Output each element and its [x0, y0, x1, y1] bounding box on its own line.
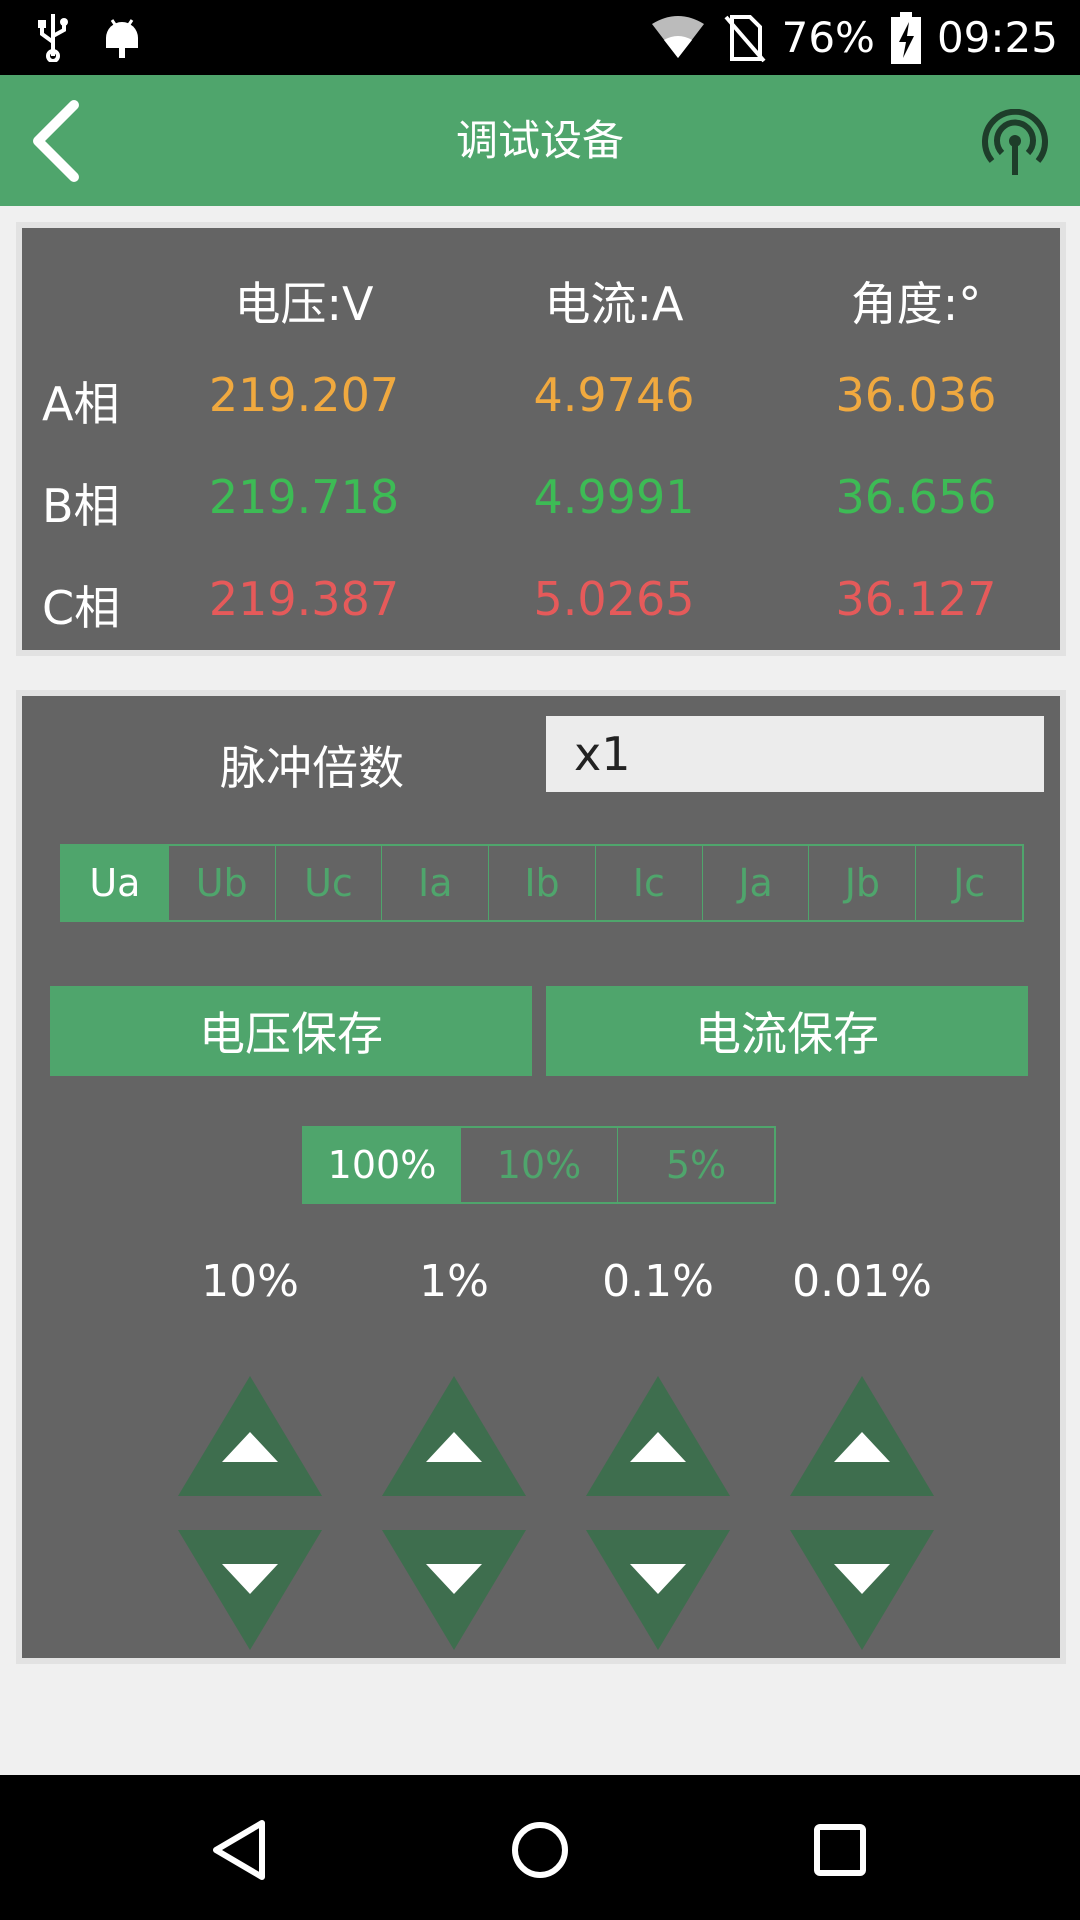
- nav-home-button[interactable]: [500, 1810, 580, 1890]
- navigation-bar: [0, 1775, 1080, 1920]
- phase-c-voltage: 219.387: [208, 572, 400, 626]
- status-bar: 76% 09:25: [0, 0, 1080, 75]
- step-up-1-button[interactable]: [382, 1376, 526, 1496]
- nav-back-icon: [213, 1820, 265, 1880]
- channel-uc[interactable]: Uc: [274, 846, 382, 920]
- android-debug-icon: [106, 19, 138, 58]
- current-header: 电流:A: [544, 277, 684, 331]
- channel-jb[interactable]: Jb: [808, 846, 915, 920]
- phase-a-label: A相: [42, 377, 120, 431]
- wifi-icon: [651, 15, 704, 58]
- voltage-header: 电压:V: [234, 277, 374, 331]
- app-bar: 调试设备: [0, 75, 1080, 206]
- step-down-1-button[interactable]: [382, 1530, 526, 1650]
- pulse-multiplier-label: 脉冲倍数: [220, 741, 404, 795]
- step-label-0-1: 0.1%: [602, 1256, 714, 1307]
- step-down-0-01-button[interactable]: [790, 1530, 934, 1650]
- range-selector: 100% 10% 5%: [302, 1126, 776, 1204]
- phase-a-angle: 36.036: [835, 368, 997, 422]
- channel-ua[interactable]: Ua: [62, 846, 168, 920]
- battery-percent: 76%: [781, 13, 875, 62]
- nav-recents-icon: [814, 1824, 866, 1876]
- phase-c-label: C相: [42, 581, 121, 635]
- usb-icon: [38, 14, 68, 62]
- step-up-10-button[interactable]: [178, 1376, 322, 1496]
- channel-ia[interactable]: Ia: [381, 846, 488, 920]
- range-100[interactable]: 100%: [304, 1128, 460, 1202]
- nav-back-button[interactable]: [200, 1810, 280, 1890]
- phase-b-label: B相: [42, 479, 120, 533]
- phase-a-current: 4.9746: [533, 368, 695, 422]
- phase-c-angle: 36.127: [835, 572, 997, 626]
- no-sim-icon: [724, 14, 766, 62]
- channel-ja[interactable]: Ja: [701, 846, 809, 920]
- angle-header: 角度:°: [850, 277, 982, 331]
- channel-ic[interactable]: Ic: [594, 846, 702, 920]
- phase-b-current: 4.9991: [533, 470, 695, 524]
- step-down-10-button[interactable]: [178, 1530, 322, 1650]
- battery-charging-icon: [890, 11, 921, 64]
- channel-ib[interactable]: Ib: [488, 846, 595, 920]
- clock: 09:25: [936, 13, 1058, 62]
- step-label-0-01: 0.01%: [792, 1256, 932, 1307]
- step-up-0-01-button[interactable]: [790, 1376, 934, 1496]
- phase-b-voltage: 219.718: [208, 470, 400, 524]
- channel-jc[interactable]: Jc: [915, 846, 1022, 920]
- phase-a-voltage: 219.207: [208, 368, 400, 422]
- nav-home-icon: [512, 1822, 568, 1878]
- range-5[interactable]: 5%: [617, 1128, 774, 1202]
- page-title: 调试设备: [455, 116, 624, 165]
- step-label-1: 1%: [419, 1256, 489, 1307]
- controls-panel: 脉冲倍数 Ua Ub Uc Ia Ib Ic Ja Jb Jc 电压保存 电流保…: [16, 690, 1066, 1664]
- broadcast-button[interactable]: [980, 108, 1050, 177]
- save-voltage-button[interactable]: 电压保存: [50, 986, 532, 1076]
- save-current-button[interactable]: 电流保存: [546, 986, 1028, 1076]
- signal-broadcast-icon: [982, 108, 1048, 175]
- readings-panel: 电压:V 电流:A 角度:° A相 219.207 4.9746 36.036 …: [16, 222, 1066, 656]
- phase-b-angle: 36.656: [835, 470, 997, 524]
- nav-recents-button[interactable]: [800, 1810, 880, 1890]
- channel-selector: Ua Ub Uc Ia Ib Ic Ja Jb Jc: [60, 844, 1024, 922]
- channel-ub[interactable]: Ub: [167, 846, 275, 920]
- range-10[interactable]: 10%: [460, 1128, 617, 1202]
- step-up-0-1-button[interactable]: [586, 1376, 730, 1496]
- step-label-10: 10%: [201, 1256, 299, 1307]
- step-down-0-1-button[interactable]: [586, 1530, 730, 1650]
- phase-c-current: 5.0265: [533, 572, 695, 626]
- pulse-multiplier-input[interactable]: [546, 716, 1044, 792]
